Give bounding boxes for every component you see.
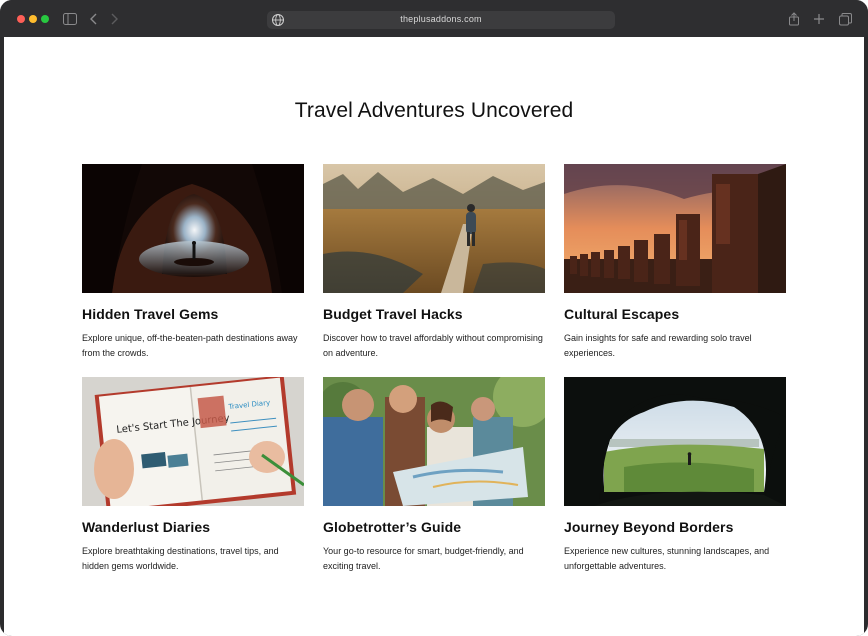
card-title: Journey Beyond Borders [564,519,734,535]
card-description: Discover how to travel affordably withou… [323,333,543,358]
new-tab-icon[interactable] [811,11,827,27]
url-text: theplusaddons.com [400,14,482,24]
back-icon[interactable] [86,11,102,27]
hiker-boardwalk-photo [323,164,545,293]
cave-silhouette-photo [82,164,304,293]
card-title: Globetrotter’s Guide [323,519,462,535]
card-cultural-escapes[interactable]: Cultural Escapes Gain insights for safe … [564,164,786,361]
forward-icon[interactable] [106,11,122,27]
card-title: Hidden Travel Gems [82,306,219,322]
cave-landscape-photo [564,377,786,506]
card-title: Budget Travel Hacks [323,306,463,322]
close-window-button[interactable] [17,15,25,23]
card-description: Explore breathtaking destinations, trave… [82,546,279,571]
moai-statues-photo [564,164,786,293]
card-description: Experience new cultures, stunning landsc… [564,546,770,571]
web-page: Travel Adventures Uncovered Hidden Trave… [4,37,864,636]
minimize-window-button[interactable] [29,15,37,23]
card-journey-beyond-borders[interactable]: Journey Beyond Borders Experience new cu… [564,377,786,574]
friends-map-photo [323,377,545,506]
browser-titlebar: theplusaddons.com [0,0,868,37]
tab-overview-icon[interactable] [837,11,853,27]
card-title: Wanderlust Diaries [82,519,211,535]
card-title: Cultural Escapes [564,306,680,322]
card-hidden-travel-gems[interactable]: Hidden Travel Gems Explore unique, off-t… [82,164,304,361]
card-description: Gain insights for safe and rewarding sol… [564,333,752,358]
card-globetrotters-guide[interactable]: Globetrotter’s Guide Your go-to resource… [323,377,545,574]
card-description: Your go-to resource for smart, budget-fr… [323,546,524,571]
card-wanderlust-diaries[interactable]: Let's Start The Journey Travel Diary Wan… [82,377,304,574]
card-budget-travel-hacks[interactable]: Budget Travel Hacks Discover how to trav… [323,164,545,361]
travel-journal-photo: Let's Start The Journey Travel Diary [82,377,304,506]
browser-window: theplusaddons.com Travel Adventures Unco… [0,0,868,636]
share-icon[interactable] [786,11,802,27]
card-description: Explore unique, off-the-beaten-path dest… [82,333,298,358]
address-bar[interactable]: theplusaddons.com [267,11,615,29]
sidebar-toggle-icon[interactable] [62,11,78,27]
page-title: Travel Adventures Uncovered [294,99,574,122]
maximize-window-button[interactable] [41,15,49,23]
